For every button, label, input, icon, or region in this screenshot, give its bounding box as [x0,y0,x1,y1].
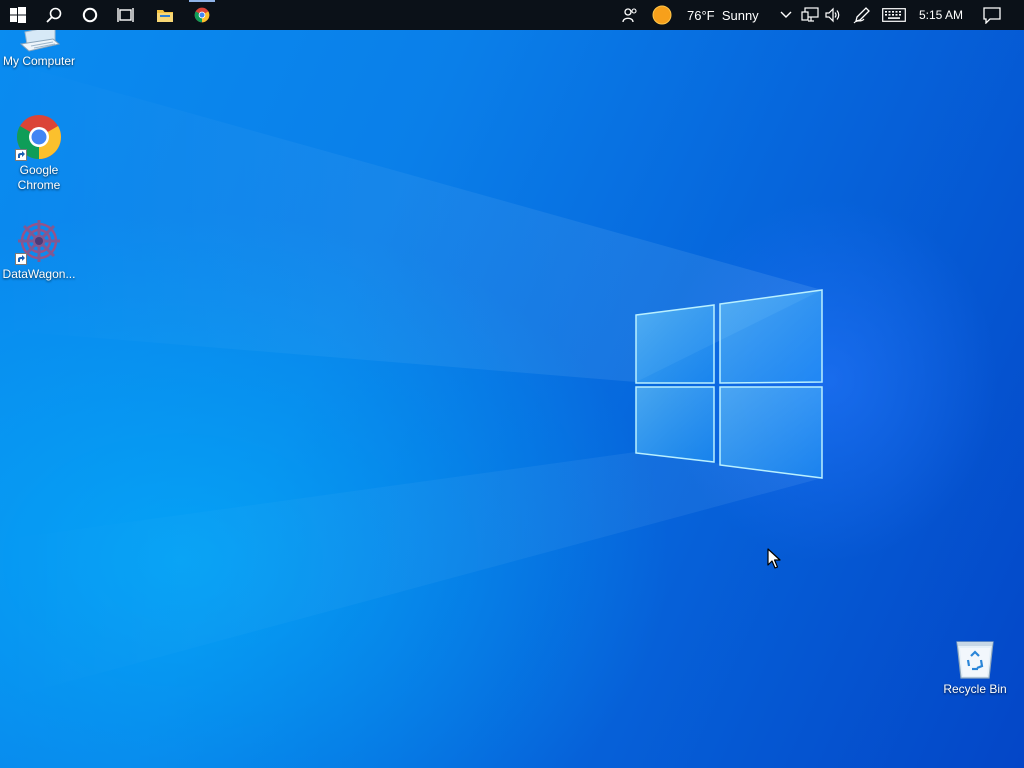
cortana-circle-icon [82,7,98,23]
volume-icon [825,7,840,23]
volume-button[interactable] [822,0,844,30]
desktop-icon-label: Google Chrome [17,163,61,192]
chrome-taskbar-button[interactable] [184,0,220,30]
weather-text: 76°F Sunny [687,7,759,23]
desktop[interactable]: 76°F Sunny 5:15 AM My Computer Google Ch… [0,0,1024,768]
recycle-bin-icon [951,638,999,680]
desktop-icon-google-chrome[interactable]: Google Chrome [1,113,77,193]
network-icon [801,7,819,22]
clock-time: 5:15 AM [918,8,964,22]
chrome-icon [15,113,63,161]
desktop-icon-label: DataWagon... [2,267,76,281]
task-view-icon [117,8,134,22]
desktop-icon-recycle-bin[interactable]: Recycle Bin [937,638,1013,697]
file-explorer-button[interactable] [147,0,183,30]
network-button[interactable] [799,0,821,30]
folder-icon [157,9,173,22]
people-icon [622,8,637,23]
task-view-button[interactable] [108,0,144,30]
wallpaper-windows-logo [0,60,823,700]
clock[interactable]: 5:15 AM [912,0,970,30]
start-button[interactable] [0,0,36,30]
people-button[interactable] [616,0,644,30]
mouse-cursor-icon [767,548,781,569]
sun-icon [652,5,672,25]
shortcut-arrow-icon [15,149,27,161]
windows-ink-button[interactable] [850,0,874,30]
search-button[interactable] [36,0,72,30]
touch-keyboard-button[interactable] [880,0,908,30]
chevron-up-icon [780,11,792,18]
desktop-icon-datawagon[interactable]: DataWagon... [1,217,77,282]
taskbar: 76°F Sunny 5:15 AM [0,0,1024,30]
pen-icon [853,7,870,24]
desktop-icon-label: Recycle Bin [943,682,1007,696]
desktop-icon-label: My Computer [2,54,76,68]
cortana-button[interactable] [72,0,108,30]
action-center-button[interactable] [978,0,1006,30]
search-icon [46,7,62,23]
weather-widget[interactable]: 76°F Sunny [652,0,776,30]
show-hidden-icons-button[interactable] [777,0,795,30]
chrome-icon [194,7,210,23]
keyboard-icon [882,8,906,22]
shortcut-arrow-icon [15,253,27,265]
desktop-icon-my-computer[interactable]: My Computer [1,30,77,69]
action-center-icon [983,6,1001,24]
computer-icon [15,30,63,52]
windows-logo-icon [10,7,26,23]
datawagon-icon [15,217,63,265]
